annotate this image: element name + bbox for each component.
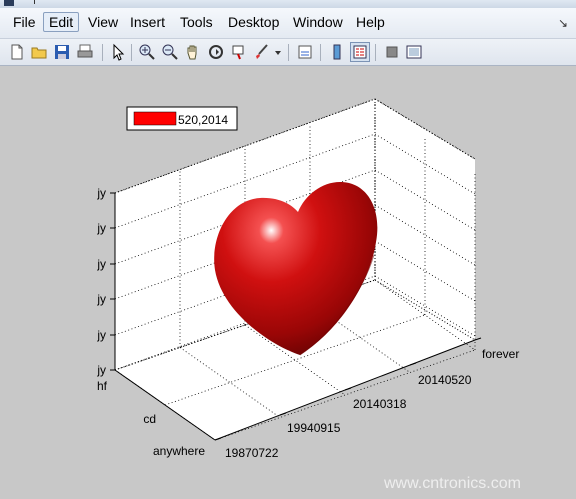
- save-icon[interactable]: [53, 43, 71, 61]
- watermark: www.cntronics.com: [383, 475, 521, 492]
- legend-swatch: [133, 111, 177, 126]
- toolbar-separator: [320, 44, 321, 61]
- open-folder-icon[interactable]: [30, 43, 48, 61]
- brush-icon[interactable]: [253, 43, 271, 61]
- window-title-bar: [0, 0, 576, 8]
- colorbar-icon[interactable]: [328, 43, 346, 61]
- toolbar-separator: [375, 44, 376, 61]
- z-tick-label: jy: [96, 363, 106, 377]
- z-tick-label: jy: [96, 328, 106, 342]
- link-plot-icon[interactable]: [296, 43, 314, 61]
- zoom-out-icon[interactable]: [161, 43, 179, 61]
- new-file-icon[interactable]: [8, 43, 26, 61]
- menu-help[interactable]: Help: [356, 14, 385, 30]
- toolbar-separator: [288, 44, 289, 61]
- data-cursor-icon[interactable]: [230, 43, 248, 61]
- figure-window-icon: [4, 0, 14, 6]
- x-tick-label: 19940915: [287, 421, 341, 435]
- hide-plot-tools-icon[interactable]: [383, 43, 401, 61]
- print-icon[interactable]: [76, 43, 94, 61]
- legend-label: 520,2014: [178, 113, 228, 127]
- x-tick-mark: [474, 337, 482, 341]
- toolbar-separator: [131, 44, 132, 61]
- x-tick-label: forever: [482, 347, 519, 361]
- z-tick-label: jy: [96, 186, 106, 200]
- legend-icon[interactable]: [350, 42, 370, 62]
- legend-box[interactable]: 520,2014: [126, 106, 238, 131]
- toolbar-separator: [102, 44, 103, 61]
- rotate-3d-icon[interactable]: [207, 43, 225, 61]
- pointer-icon[interactable]: [109, 43, 127, 61]
- x-tick-label: 20140318: [353, 397, 407, 411]
- y-tick-label: hf: [97, 379, 108, 393]
- figure-canvas[interactable]: 520,2014 jy jy jy jy jy jy hf cd anywhere 1987072…: [0, 66, 576, 499]
- menu-tools[interactable]: Tools: [180, 14, 213, 30]
- menu-view[interactable]: View: [88, 14, 118, 30]
- menu-bar: File Edit View Insert Tools Desktop Wind…: [0, 8, 576, 39]
- x-tick-label: 19870722: [225, 446, 279, 460]
- show-plot-tools-icon[interactable]: [405, 43, 423, 61]
- menu-desktop[interactable]: Desktop: [228, 14, 279, 30]
- x-tick-label: 20140520: [418, 373, 472, 387]
- menu-edit[interactable]: Edit: [43, 12, 80, 32]
- menu-window[interactable]: Window: [293, 14, 343, 30]
- zoom-in-icon[interactable]: [138, 43, 156, 61]
- dock-arrow-icon[interactable]: ↘: [558, 16, 568, 30]
- brush-dropdown-icon[interactable]: [273, 43, 283, 61]
- y-tick-label: anywhere: [153, 444, 205, 458]
- pan-hand-icon[interactable]: [184, 43, 202, 61]
- z-tick-label: jy: [96, 292, 106, 306]
- z-tick-label: jy: [96, 221, 106, 235]
- z-tick-label: jy: [96, 257, 106, 271]
- figure-toolbar: [0, 39, 576, 66]
- menu-file[interactable]: File: [13, 14, 36, 30]
- title-text-fragment: [28, 0, 35, 4]
- y-tick-label: cd: [143, 412, 156, 426]
- menu-insert[interactable]: Insert: [130, 14, 165, 30]
